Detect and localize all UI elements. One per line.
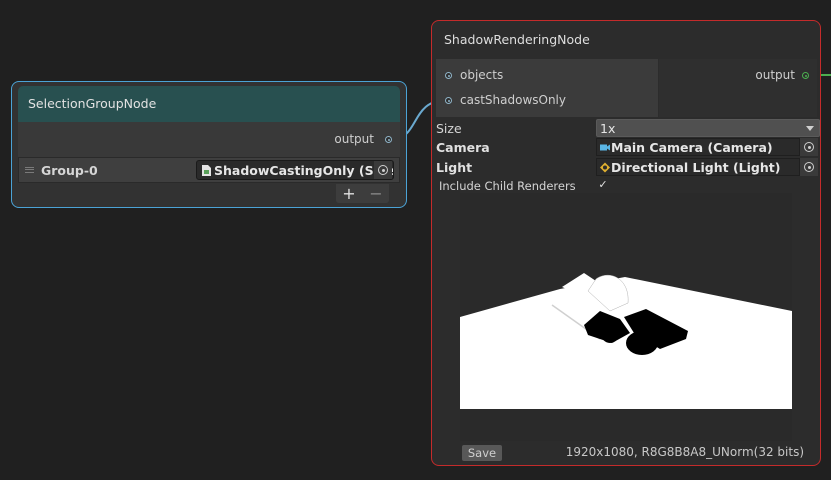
save-button[interactable]: Save [462, 445, 502, 461]
light-value: Directional Light (Light) [611, 160, 781, 175]
input-ports: objects castShadowsOnly [436, 59, 658, 117]
output-port[interactable] [385, 136, 392, 143]
cast-shadows-only-port-label: castShadowsOnly [460, 93, 566, 107]
size-label: Size [436, 121, 462, 136]
shadow-preview-image [460, 193, 792, 441]
selection-asset-icon [202, 165, 211, 176]
size-row: Size 1x [436, 119, 820, 139]
camera-value: Main Camera (Camera) [611, 140, 773, 155]
output-port-label: output [755, 68, 795, 82]
shadow-preview [460, 193, 792, 441]
output-port[interactable] [802, 72, 809, 79]
include-children-checkbox[interactable]: ✓ [596, 178, 610, 192]
group-field-value: ShadowCastingOnly (Sele [214, 163, 394, 178]
light-icon [600, 162, 610, 173]
group-label: Group-0 [41, 163, 98, 178]
cast-shadows-only-port[interactable] [445, 97, 452, 104]
drag-handle-icon[interactable] [25, 167, 34, 173]
node-title: ShadowRenderingNode [444, 32, 590, 47]
resolution-info: 1920x1080, R8G8B8A8_UNorm(32 bits) [565, 445, 804, 459]
size-dropdown[interactable]: 1x [596, 119, 820, 137]
list-buttons: + − [336, 184, 389, 203]
light-field[interactable]: Directional Light (Light) [596, 158, 800, 176]
camera-field[interactable]: Main Camera (Camera) [596, 138, 800, 156]
selection-group-node[interactable]: SelectionGroupNode output Group-0 Shadow… [11, 81, 407, 208]
camera-row: Camera Main Camera (Camera) [436, 138, 818, 158]
light-label: Light [436, 160, 473, 175]
shadow-rendering-node[interactable]: ShadowRenderingNode objects castShadowsO… [431, 20, 821, 466]
dropdown-caret-icon [806, 126, 814, 131]
node-title: SelectionGroupNode [18, 86, 400, 122]
objects-port-label: objects [460, 68, 504, 82]
objects-port[interactable] [445, 72, 452, 79]
output-port-row: output [18, 122, 400, 157]
object-picker-icon[interactable] [374, 161, 392, 179]
checkmark-icon: ✓ [598, 178, 608, 191]
remove-button[interactable]: − [363, 184, 389, 203]
output-ports: output [659, 59, 817, 117]
list-item[interactable]: Group-0 ShadowCastingOnly (Sele [18, 157, 400, 183]
camera-label: Camera [436, 140, 490, 155]
include-children-label: Include Child Renderers [439, 179, 576, 193]
group-object-field[interactable]: ShadowCastingOnly (Sele [196, 160, 394, 180]
add-button[interactable]: + [336, 184, 362, 203]
size-value: 1x [600, 121, 616, 136]
object-picker-icon[interactable] [800, 138, 818, 156]
output-port-label: output [334, 132, 374, 146]
camera-icon [600, 144, 610, 151]
object-picker-icon[interactable] [800, 158, 818, 176]
light-row: Light Directional Light (Light) [436, 158, 818, 178]
